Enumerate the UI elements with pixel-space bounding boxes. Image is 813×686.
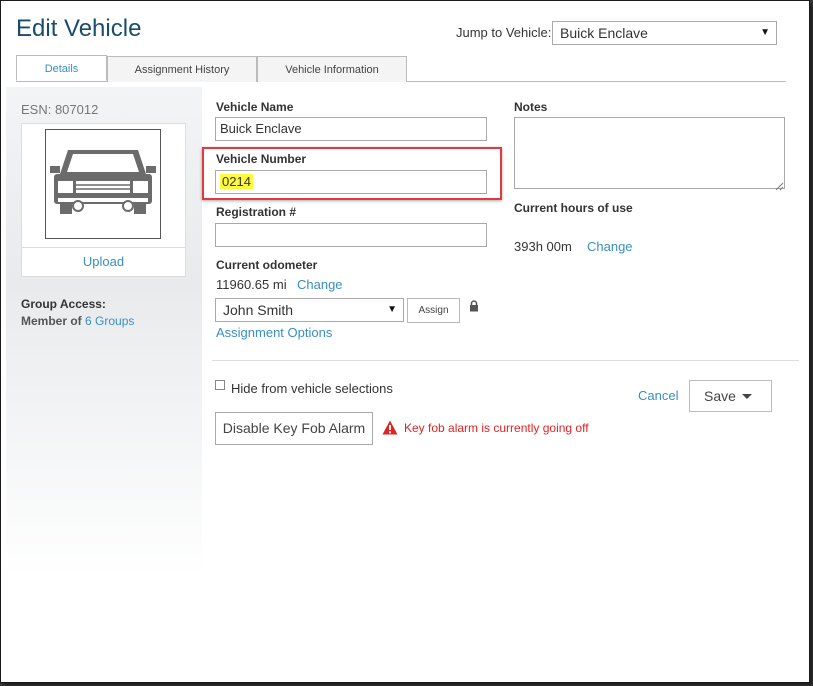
hide-from-selections-label: Hide from vehicle selections: [231, 381, 393, 396]
group-access-title: Group Access:: [21, 297, 106, 311]
notes-label: Notes: [514, 100, 548, 114]
tab-details[interactable]: Details: [16, 55, 107, 81]
assignment-options-link[interactable]: Assignment Options: [216, 325, 332, 340]
odometer-label: Current odometer: [216, 258, 318, 272]
group-membership: Member of 6 Groups: [21, 314, 134, 328]
key-fob-warning-text: Key fob alarm is currently going off: [404, 421, 589, 435]
car-icon: [50, 150, 156, 214]
jump-to-vehicle-label: Jump to Vehicle:: [456, 25, 552, 40]
vehicle-name-input[interactable]: Buick Enclave: [215, 117, 487, 141]
edit-vehicle-window: Edit Vehicle Jump to Vehicle: Buick Encl…: [0, 0, 810, 683]
driver-select[interactable]: John Smith ▼: [215, 298, 404, 322]
vehicle-name-label: Vehicle Name: [216, 100, 294, 114]
odometer-change-link[interactable]: Change: [297, 277, 343, 292]
chevron-down-icon[interactable]: [742, 394, 752, 399]
vehicle-number-label: Vehicle Number: [216, 152, 307, 166]
vehicle-photo: [45, 129, 161, 239]
section-divider: [212, 360, 799, 361]
upload-link[interactable]: Upload: [21, 254, 186, 269]
driver-select-value: John Smith: [223, 302, 294, 318]
disable-key-fob-alarm-button[interactable]: Disable Key Fob Alarm: [215, 412, 373, 445]
tab-vehicle-information[interactable]: Vehicle Information: [257, 56, 407, 82]
odometer-value: 11960.65 mi: [216, 277, 287, 292]
notes-textarea[interactable]: [514, 117, 785, 189]
save-button[interactable]: Save: [689, 380, 772, 412]
resize-handle-icon[interactable]: [774, 178, 784, 191]
tab-assignment-history[interactable]: Assignment History: [107, 56, 257, 82]
registration-label: Registration #: [216, 205, 297, 219]
upload-divider: [21, 247, 186, 248]
jump-to-vehicle-select[interactable]: Buick Enclave ▼: [552, 21, 777, 45]
hide-from-selections-checkbox[interactable]: [215, 380, 225, 390]
hours-of-use-label: Current hours of use: [514, 201, 633, 215]
hours-of-use-value: 393h 00m: [514, 239, 572, 254]
group-prefix: Member of: [21, 314, 82, 328]
save-button-label: Save: [704, 388, 736, 404]
groups-link[interactable]: 6 Groups: [85, 314, 134, 328]
vehicle-number-input[interactable]: 0214: [215, 170, 487, 194]
dropdown-arrow-icon: ▼: [760, 27, 770, 38]
assign-button[interactable]: Assign: [407, 298, 460, 323]
cancel-link[interactable]: Cancel: [638, 388, 678, 403]
dropdown-arrow-icon: ▼: [387, 304, 397, 315]
page-title: Edit Vehicle: [16, 15, 142, 42]
hours-change-link[interactable]: Change: [587, 239, 633, 254]
warning-icon: [382, 420, 398, 435]
lock-icon: [469, 299, 479, 312]
vehicle-number-value: 0214: [220, 174, 253, 189]
esn-label: ESN: 807012: [21, 102, 99, 117]
registration-input[interactable]: [215, 223, 487, 247]
jump-to-vehicle-value: Buick Enclave: [560, 25, 648, 41]
